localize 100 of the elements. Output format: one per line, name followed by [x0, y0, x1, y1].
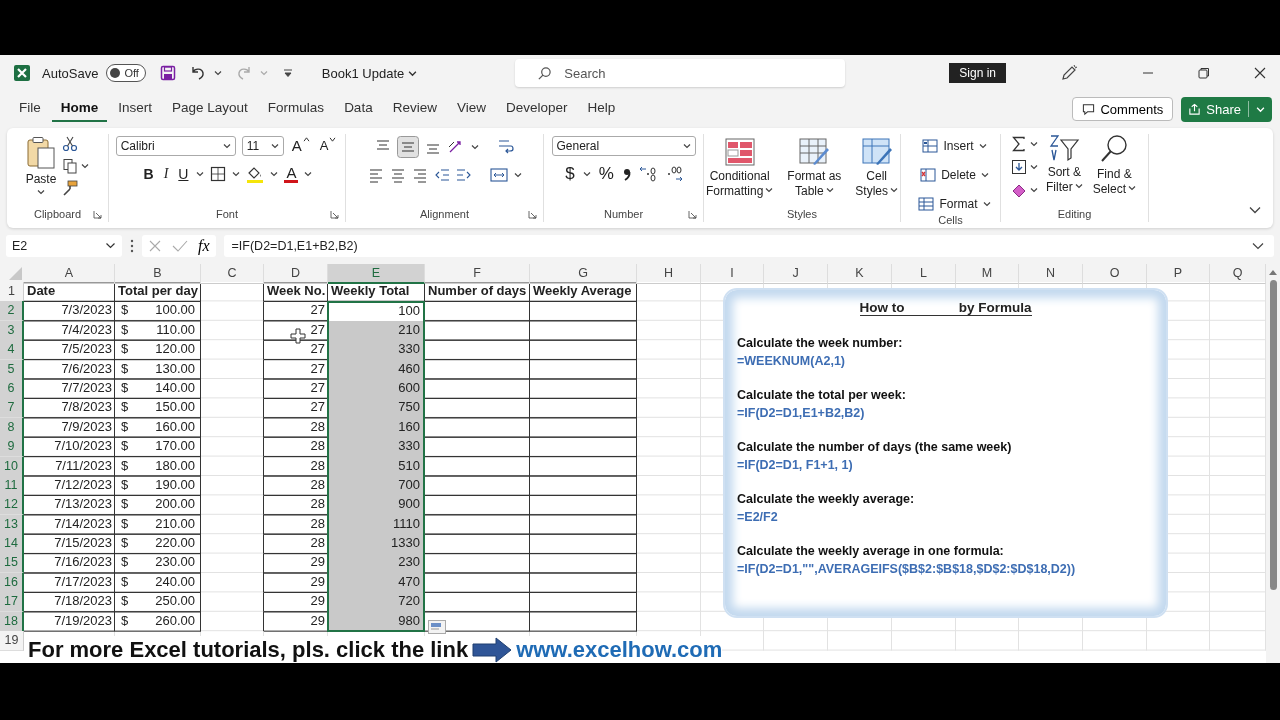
- collapse-ribbon-icon[interactable]: [1249, 206, 1261, 214]
- undo-icon[interactable]: [189, 65, 206, 81]
- autosave-toggle[interactable]: Off: [106, 64, 146, 82]
- align-left-icon[interactable]: [367, 167, 384, 183]
- increase-indent-icon[interactable]: [455, 167, 472, 183]
- styles-button[interactable]: Conditional Formatting: [701, 134, 778, 199]
- ribbon-tab[interactable]: Formulas: [258, 96, 334, 122]
- column-header[interactable]: L: [892, 264, 956, 284]
- editing-button[interactable]: Sort & Filter: [1044, 134, 1085, 195]
- scroll-up-icon[interactable]: [1268, 268, 1278, 276]
- wrap-text-icon[interactable]: [496, 138, 515, 156]
- ribbon-tab[interactable]: Page Layout: [163, 96, 257, 122]
- merge-center-icon[interactable]: [489, 167, 508, 183]
- styles-button[interactable]: Format as Table: [783, 134, 846, 199]
- row-header[interactable]: 19: [0, 631, 24, 652]
- grow-font-button[interactable]: A: [289, 137, 312, 155]
- align-center-icon[interactable]: [389, 167, 406, 183]
- row-header[interactable]: 2: [0, 301, 24, 322]
- row-header[interactable]: 1: [0, 282, 24, 302]
- font-color-button[interactable]: A: [284, 165, 299, 183]
- cells-button[interactable]: Insert: [922, 136, 987, 156]
- row-header[interactable]: 17: [0, 592, 24, 613]
- caret-icon[interactable]: [304, 170, 313, 178]
- caret-icon[interactable]: [81, 162, 90, 170]
- column-header[interactable]: G: [530, 264, 637, 284]
- caret-icon[interactable]: [213, 69, 222, 77]
- column-header[interactable]: F: [425, 264, 530, 284]
- sum-icon[interactable]: [1011, 136, 1027, 152]
- ribbon-tab[interactable]: File: [10, 96, 50, 122]
- row-header[interactable]: 4: [0, 340, 24, 361]
- more-icon[interactable]: [130, 239, 134, 253]
- bold-button[interactable]: B: [141, 165, 156, 183]
- ribbon-tab[interactable]: Developer: [496, 96, 577, 122]
- currency-button[interactable]: $: [563, 165, 577, 183]
- row-header[interactable]: 16: [0, 572, 24, 593]
- column-header[interactable]: K: [828, 264, 892, 284]
- paste-button[interactable]: Paste: [25, 134, 57, 196]
- cells-button[interactable]: Delete: [920, 165, 989, 185]
- middle-align-icon[interactable]: [396, 136, 419, 158]
- row-header[interactable]: 10: [0, 456, 24, 477]
- ribbon-tab[interactable]: Data: [335, 96, 382, 122]
- column-header[interactable]: I: [701, 264, 764, 284]
- column-header[interactable]: O: [1083, 264, 1147, 284]
- underline-button[interactable]: U: [176, 165, 191, 183]
- ribbon-tab[interactable]: View: [447, 96, 495, 122]
- row-header[interactable]: 13: [0, 514, 24, 535]
- share-button[interactable]: Share: [1181, 96, 1272, 122]
- close-icon[interactable]: [1254, 67, 1266, 79]
- column-header[interactable]: P: [1147, 264, 1210, 284]
- caret-icon[interactable]: [582, 170, 591, 178]
- caret-icon[interactable]: [1030, 140, 1038, 148]
- column-header[interactable]: J: [764, 264, 828, 284]
- ribbon-tab[interactable]: Help: [578, 96, 625, 122]
- cut-icon[interactable]: [62, 136, 79, 152]
- dialog-launcher-icon[interactable]: [688, 210, 697, 219]
- restore-icon[interactable]: [1198, 67, 1210, 79]
- caret-icon[interactable]: [513, 171, 522, 179]
- column-header[interactable]: C: [201, 264, 264, 284]
- row-header[interactable]: 11: [0, 475, 24, 496]
- caret-icon[interactable]: [232, 170, 241, 178]
- formula-field[interactable]: =IF(D2=D1,E1+B2,B2): [223, 235, 1274, 257]
- row-header[interactable]: 7: [0, 398, 24, 419]
- comma-style-icon[interactable]: [621, 166, 632, 182]
- caret-icon[interactable]: [1030, 163, 1038, 171]
- sign-in-button[interactable]: Sign in: [949, 63, 1006, 83]
- row-header[interactable]: 5: [0, 359, 24, 380]
- name-box[interactable]: E2: [6, 235, 122, 257]
- percent-button[interactable]: %: [596, 165, 616, 183]
- borders-icon[interactable]: [210, 166, 227, 182]
- column-header[interactable]: A: [24, 264, 115, 284]
- row-header[interactable]: 6: [0, 378, 24, 399]
- caret-icon[interactable]: [270, 170, 279, 178]
- row-header[interactable]: 14: [0, 534, 24, 555]
- column-header[interactable]: N: [1019, 264, 1083, 284]
- website-link[interactable]: www.excelhow.com: [516, 636, 723, 663]
- font-name-field[interactable]: Calibri: [115, 136, 236, 156]
- caret-icon[interactable]: [1030, 186, 1038, 194]
- editing-button[interactable]: Find & Select: [1090, 134, 1138, 197]
- column-header[interactable]: M: [956, 264, 1019, 284]
- dialog-launcher-icon[interactable]: [528, 210, 537, 219]
- save-icon[interactable]: [159, 65, 176, 81]
- ribbon-tab[interactable]: Review: [383, 96, 446, 122]
- pen-icon[interactable]: [1060, 64, 1078, 82]
- comments-button[interactable]: Comments: [1072, 97, 1174, 121]
- cells-button[interactable]: Format: [918, 194, 991, 214]
- row-header[interactable]: 9: [0, 437, 24, 458]
- fill-color-icon[interactable]: [246, 165, 265, 183]
- caret-icon[interactable]: [196, 170, 205, 178]
- insert-function-button[interactable]: fx: [198, 237, 210, 255]
- row-header[interactable]: 18: [0, 611, 24, 632]
- italic-button[interactable]: I: [161, 165, 171, 183]
- paste-options-icon[interactable]: [428, 620, 446, 634]
- document-title[interactable]: Book1 Update: [321, 65, 418, 81]
- styles-button[interactable]: Cell Styles: [851, 134, 903, 199]
- shrink-font-button[interactable]: A: [317, 137, 339, 155]
- row-header[interactable]: 3: [0, 320, 24, 341]
- row-header[interactable]: 8: [0, 417, 24, 438]
- column-header[interactable]: B: [115, 264, 201, 284]
- increase-decimal-icon[interactable]: [637, 165, 658, 183]
- row-header[interactable]: 12: [0, 495, 24, 516]
